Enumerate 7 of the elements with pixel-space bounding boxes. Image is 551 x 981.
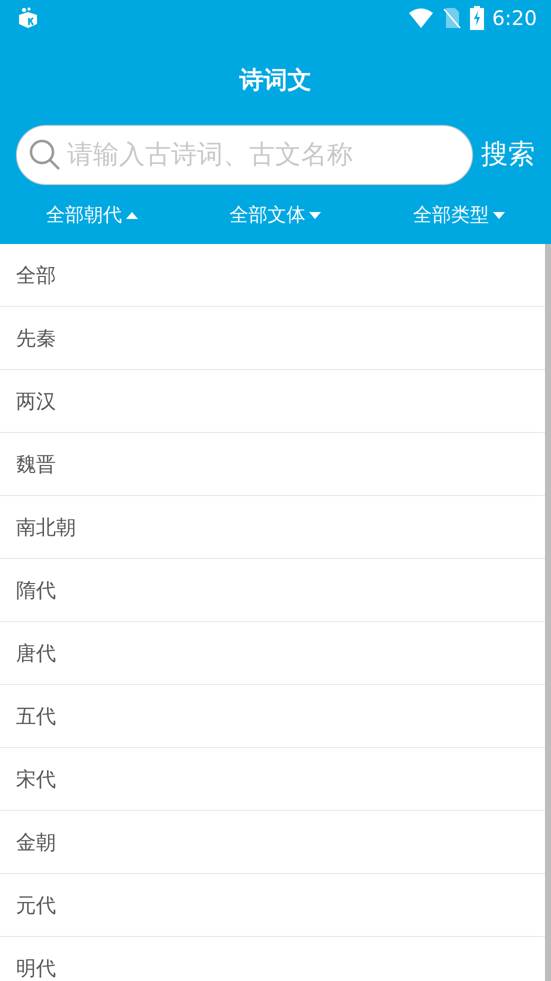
battery-charging-icon — [470, 6, 484, 30]
app-notification-icon — [16, 6, 40, 30]
search-icon — [28, 138, 62, 172]
no-sim-icon — [442, 7, 462, 29]
page-title: 诗词文 — [240, 65, 312, 96]
wifi-icon — [408, 8, 434, 28]
clock-time: 6:20 — [492, 5, 537, 32]
